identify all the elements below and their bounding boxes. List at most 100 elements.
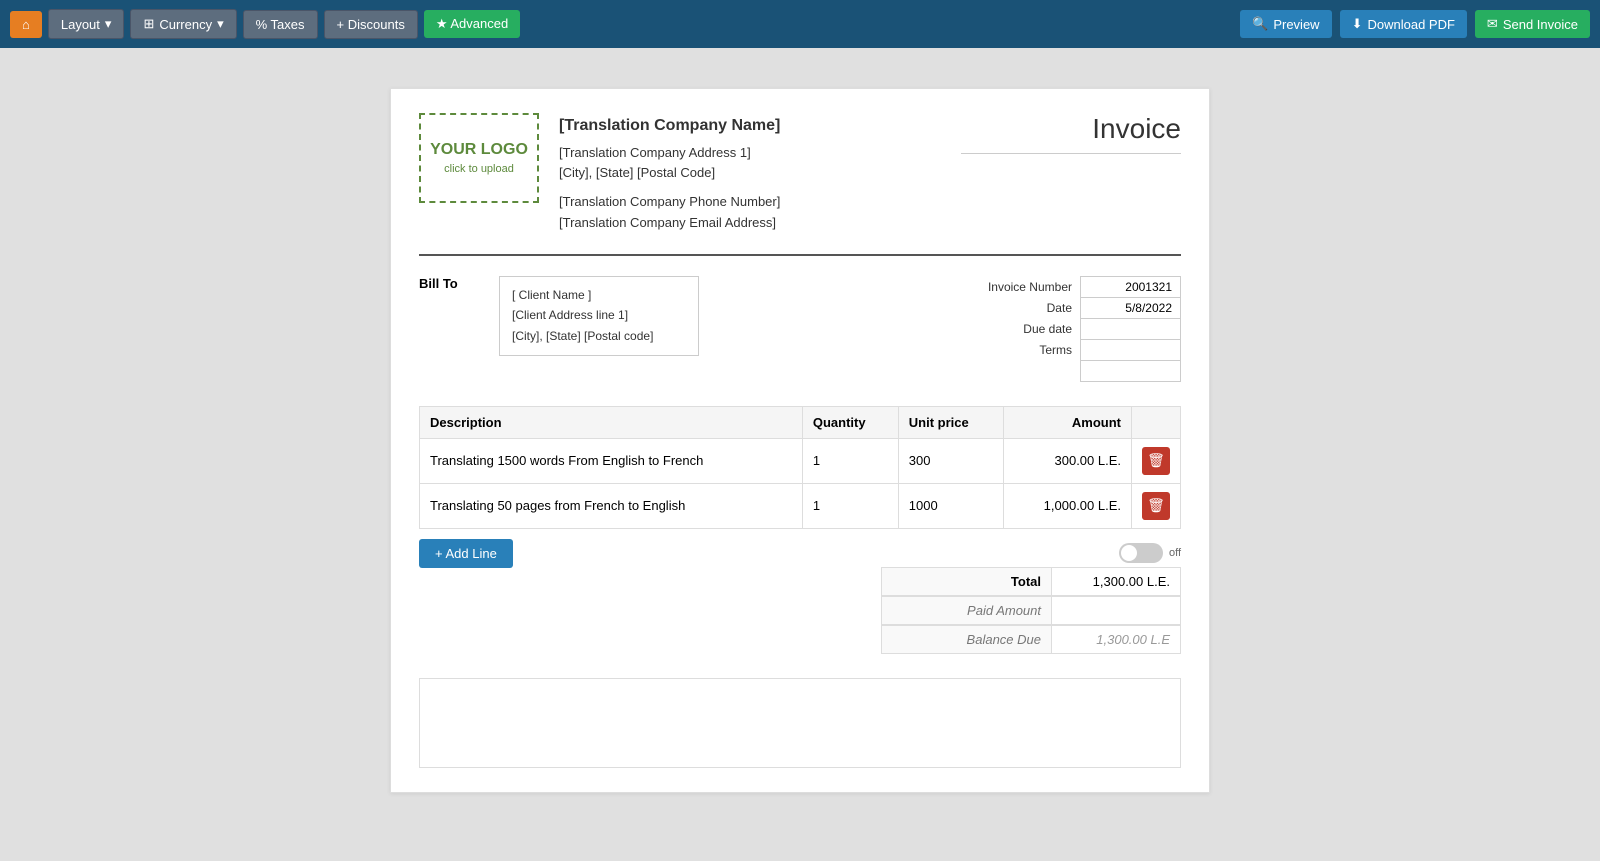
item-quantity-0: 1 — [802, 438, 898, 483]
bill-section: Bill To [ Client Name ] [Client Address … — [419, 276, 1181, 382]
item-actions-1: 🗑 — [1132, 483, 1181, 528]
bill-address-box[interactable]: [ Client Name ] [Client Address line 1] … — [499, 276, 699, 356]
discounts-label: + Discounts — [337, 17, 405, 32]
currency-label: Currency — [159, 17, 212, 32]
home-button[interactable]: ⌂ — [10, 11, 42, 38]
items-header-row: Description Quantity Unit price Amount — [420, 406, 1181, 438]
discount-toggle[interactable] — [1119, 543, 1163, 563]
advanced-button[interactable]: ★ Advanced — [424, 10, 520, 38]
extra-value-1 — [1081, 360, 1181, 381]
invoice-card: YOUR LOGO click to upload [Translation C… — [390, 88, 1210, 793]
preview-icon: 🔍 — [1252, 16, 1268, 32]
invoice-title: Invoice — [961, 113, 1181, 154]
totals-section: off Total 1,300.00 L.E. Paid Amount Bala… — [881, 539, 1181, 654]
download-pdf-label: Download PDF — [1367, 17, 1454, 32]
preview-button[interactable]: 🔍 Preview — [1240, 10, 1331, 38]
company-address1: [Translation Company Address 1] — [559, 143, 780, 164]
total-row: Total 1,300.00 L.E. — [881, 567, 1181, 596]
currency-icon: ⊞ — [143, 16, 154, 32]
line-items-body: Translating 1500 words From English to F… — [420, 438, 1181, 528]
toolbar: ⌂ Layout ▾ ⊞ Currency ▾ % Taxes + Discou… — [0, 0, 1600, 48]
taxes-label: % Taxes — [256, 17, 305, 32]
delete-row-0-button[interactable]: 🗑 — [1142, 447, 1170, 475]
table-row: Translating 1500 words From English to F… — [420, 438, 1181, 483]
currency-button[interactable]: ⊞ Currency ▾ — [130, 9, 236, 39]
company-name: [Translation Company Name] — [559, 113, 780, 139]
send-invoice-button[interactable]: ✉ Send Invoice — [1475, 10, 1590, 38]
extra-label-1 — [982, 360, 1081, 381]
date-value: 5/8/2022 — [1081, 297, 1181, 318]
invoice-details: Invoice Number 2001321 Date 5/8/2022 Due… — [982, 276, 1181, 382]
company-city: [City], [State] [Postal Code] — [559, 163, 780, 184]
paid-amount-label: Paid Amount — [881, 596, 1051, 625]
col-unit-price: Unit price — [898, 406, 1003, 438]
toggle-thumb — [1121, 545, 1137, 561]
table-row: Translating 50 pages from French to Engl… — [420, 483, 1181, 528]
notes-area[interactable] — [419, 678, 1181, 768]
balance-due-value: 1,300.00 L.E — [1051, 625, 1181, 654]
item-description-1: Translating 50 pages from French to Engl… — [420, 483, 803, 528]
logo-sub: click to upload — [444, 163, 514, 175]
terms-label: Terms — [982, 339, 1081, 360]
download-icon: ⬇ — [1352, 16, 1363, 32]
toolbar-left: ⌂ Layout ▾ ⊞ Currency ▾ % Taxes + Discou… — [10, 9, 520, 39]
item-amount-0: 300.00 L.E. — [1004, 438, 1132, 483]
home-icon: ⌂ — [22, 17, 30, 32]
header-right: Invoice — [961, 113, 1181, 154]
advanced-label: ★ Advanced — [436, 16, 508, 32]
toggle-label: off — [1169, 547, 1181, 559]
paid-amount-value — [1051, 596, 1181, 625]
due-date-value — [1081, 318, 1181, 339]
delete-row-1-button[interactable]: 🗑 — [1142, 492, 1170, 520]
add-line-section: + Add Line — [419, 539, 513, 568]
bill-left: Bill To [ Client Name ] [Client Address … — [419, 276, 699, 382]
date-label: Date — [982, 297, 1081, 318]
col-amount: Amount — [1004, 406, 1132, 438]
col-description: Description — [420, 406, 803, 438]
invoice-number-value: 2001321 — [1081, 276, 1181, 297]
item-description-0: Translating 1500 words From English to F… — [420, 438, 803, 483]
date-row: Date 5/8/2022 — [982, 297, 1181, 318]
invoice-number-label: Invoice Number — [982, 276, 1081, 297]
extra-row-1 — [982, 360, 1181, 381]
send-invoice-label: Send Invoice — [1503, 17, 1578, 32]
col-quantity: Quantity — [802, 406, 898, 438]
item-quantity-1: 1 — [802, 483, 898, 528]
header-left: YOUR LOGO click to upload [Translation C… — [419, 113, 780, 234]
client-city: [City], [State] [Postal code] — [512, 326, 686, 346]
terms-row: Terms — [982, 339, 1181, 360]
discounts-button[interactable]: + Discounts — [324, 10, 418, 39]
add-line-button[interactable]: + Add Line — [419, 539, 513, 568]
toggle-row: off — [881, 539, 1181, 567]
invoice-number-row: Invoice Number 2001321 — [982, 276, 1181, 297]
company-phone: [Translation Company Phone Number] — [559, 192, 780, 213]
company-info: [Translation Company Name] [Translation … — [559, 113, 780, 234]
page-content: YOUR LOGO click to upload [Translation C… — [0, 48, 1600, 861]
invoice-header: YOUR LOGO click to upload [Translation C… — [419, 113, 1181, 234]
invoice-details-table: Invoice Number 2001321 Date 5/8/2022 Due… — [982, 276, 1181, 382]
logo-text: YOUR LOGO — [430, 141, 528, 159]
send-icon: ✉ — [1487, 16, 1498, 32]
layout-label: Layout — [61, 17, 100, 32]
item-amount-1: 1,000.00 L.E. — [1004, 483, 1132, 528]
bill-to-label: Bill To — [419, 276, 479, 291]
toolbar-right: 🔍 Preview ⬇ Download PDF ✉ Send Invoice — [1240, 10, 1590, 38]
client-address1: [Client Address line 1] — [512, 305, 686, 325]
item-unit-price-1: 1000 — [898, 483, 1003, 528]
items-table: Description Quantity Unit price Amount T… — [419, 406, 1181, 529]
due-date-label: Due date — [982, 318, 1081, 339]
item-actions-0: 🗑 — [1132, 438, 1181, 483]
layout-button[interactable]: Layout ▾ — [48, 9, 125, 39]
client-name: [ Client Name ] — [512, 285, 686, 305]
total-label: Total — [881, 567, 1051, 596]
logo-upload-area[interactable]: YOUR LOGO click to upload — [419, 113, 539, 203]
item-unit-price-0: 300 — [898, 438, 1003, 483]
download-pdf-button[interactable]: ⬇ Download PDF — [1340, 10, 1467, 38]
paid-amount-row: Paid Amount — [881, 596, 1181, 625]
taxes-button[interactable]: % Taxes — [243, 10, 318, 39]
total-value: 1,300.00 L.E. — [1051, 567, 1181, 596]
due-date-row: Due date — [982, 318, 1181, 339]
company-email: [Translation Company Email Address] — [559, 213, 780, 234]
layout-caret-icon: ▾ — [105, 16, 112, 32]
currency-caret-icon: ▾ — [217, 16, 224, 32]
